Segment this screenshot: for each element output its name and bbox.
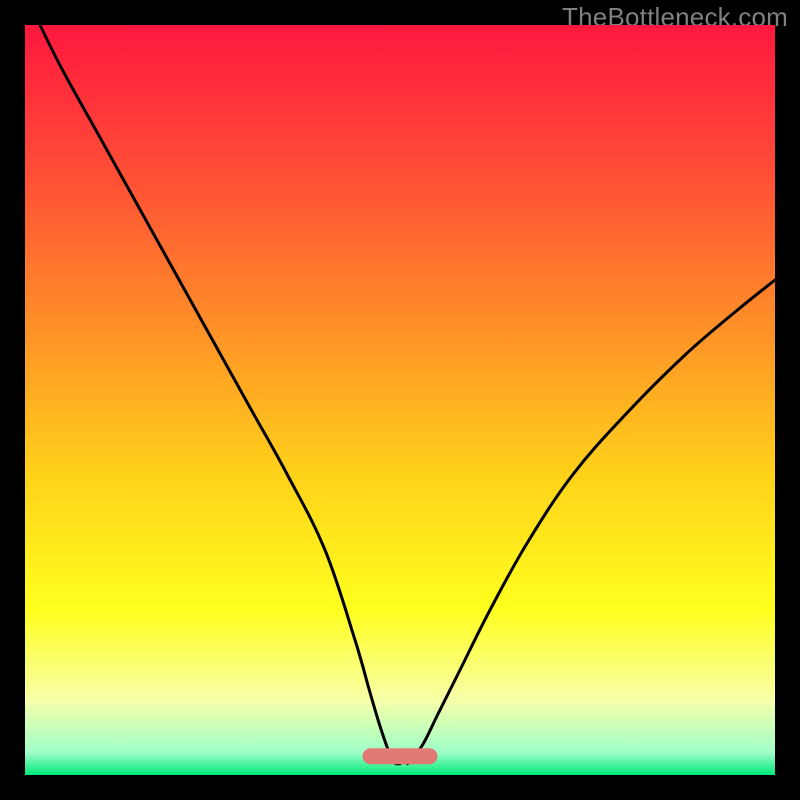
minimum-marker <box>363 748 438 764</box>
chart-svg <box>25 25 775 775</box>
bottleneck-plot <box>25 25 775 775</box>
chart-frame: TheBottleneck.com <box>0 0 800 800</box>
gradient-background <box>25 25 775 775</box>
